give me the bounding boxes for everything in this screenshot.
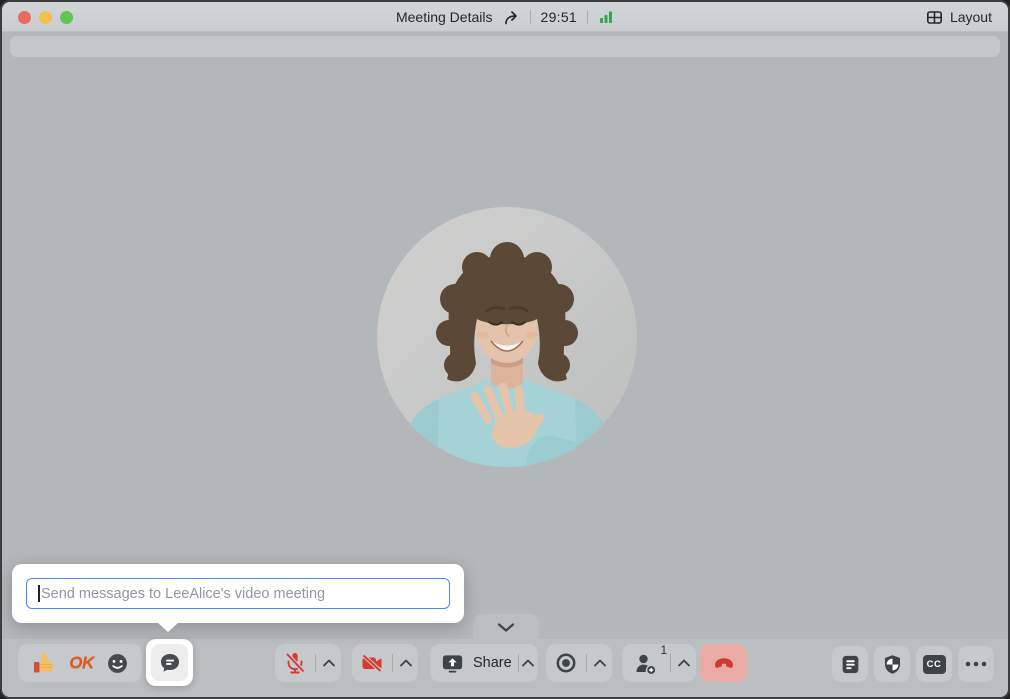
- chat-button[interactable]: [151, 644, 188, 681]
- record-icon: [553, 650, 579, 676]
- title-bar: Meeting Details 29:51 Layout: [2, 2, 1008, 32]
- security-button[interactable]: [874, 646, 910, 682]
- start-video-button[interactable]: [352, 644, 392, 682]
- message-input[interactable]: [26, 578, 450, 609]
- ellipsis-icon: [965, 661, 987, 667]
- record-control: [546, 644, 612, 682]
- participants-options-button[interactable]: [671, 644, 696, 682]
- chevron-up-icon: [677, 658, 691, 668]
- participant-count-badge: 1: [661, 645, 667, 657]
- add-participant-icon: [634, 652, 658, 675]
- captions-button[interactable]: CC: [916, 646, 952, 682]
- video-stage: [2, 33, 1008, 639]
- message-input-wrap: [26, 578, 450, 609]
- record-options-button[interactable]: [587, 644, 612, 682]
- microphone-control: [275, 644, 341, 682]
- titlebar-separator: [529, 10, 530, 24]
- ok-reaction-button[interactable]: OK: [69, 653, 94, 673]
- add-reaction-smiley-button[interactable]: [106, 652, 129, 675]
- close-window-button[interactable]: [18, 11, 31, 24]
- leave-meeting-button[interactable]: [700, 644, 747, 682]
- notes-button[interactable]: [832, 646, 868, 682]
- window-controls: [18, 2, 73, 32]
- share-control: Share: [430, 644, 538, 682]
- quick-reactions-bar: OK: [18, 644, 142, 682]
- share-screen-icon: [440, 651, 465, 676]
- camera-off-icon: [359, 650, 385, 676]
- popup-tail: [158, 623, 178, 632]
- chat-bubble-icon: [158, 651, 182, 675]
- thumbs-up-reaction-button[interactable]: [31, 651, 57, 675]
- camera-options-button[interactable]: [393, 644, 418, 682]
- chevron-up-icon: [322, 658, 336, 668]
- hangup-phone-icon: [711, 650, 737, 676]
- toolbar-collapse-tab[interactable]: [473, 614, 539, 640]
- chevron-down-icon: [496, 622, 516, 633]
- text-caret: [38, 585, 40, 602]
- microphone-options-button[interactable]: [316, 644, 341, 682]
- participant-avatar: [377, 207, 637, 467]
- layout-button[interactable]: Layout: [926, 2, 992, 32]
- participants-control: 1: [622, 644, 696, 682]
- microphone-muted-icon: [282, 650, 308, 676]
- meeting-toolbar: OK: [2, 639, 1008, 697]
- meeting-info-bar: Meeting Details 29:51: [396, 2, 614, 32]
- meeting-window: Meeting Details 29:51 Layout: [0, 0, 1010, 699]
- collapsed-filmstrip[interactable]: [10, 36, 1000, 57]
- meeting-timer: 29:51: [540, 9, 577, 25]
- more-options-button[interactable]: [958, 646, 994, 682]
- network-signal-icon[interactable]: [598, 9, 614, 25]
- chevron-up-icon: [593, 658, 607, 668]
- minimize-window-button[interactable]: [39, 11, 52, 24]
- participants-button[interactable]: 1: [622, 644, 670, 682]
- layout-label: Layout: [950, 9, 992, 25]
- share-label[interactable]: Share: [473, 655, 512, 671]
- zoom-window-button[interactable]: [60, 11, 73, 24]
- meeting-details-label[interactable]: Meeting Details: [396, 9, 493, 25]
- share-meeting-icon[interactable]: [502, 9, 519, 26]
- layout-grid-icon: [926, 9, 943, 26]
- camera-control: [352, 644, 418, 682]
- cc-icon: CC: [923, 655, 946, 674]
- chat-message-popup: [12, 564, 464, 623]
- chevron-up-icon: [521, 658, 535, 668]
- record-button[interactable]: [546, 644, 586, 682]
- notes-icon: [840, 654, 861, 675]
- share-options-button[interactable]: [518, 644, 538, 682]
- security-shield-icon: [882, 654, 903, 675]
- titlebar-separator: [587, 10, 588, 24]
- unmute-button[interactable]: [275, 644, 315, 682]
- chat-button-spotlight: [146, 639, 193, 686]
- chevron-up-icon: [399, 658, 413, 668]
